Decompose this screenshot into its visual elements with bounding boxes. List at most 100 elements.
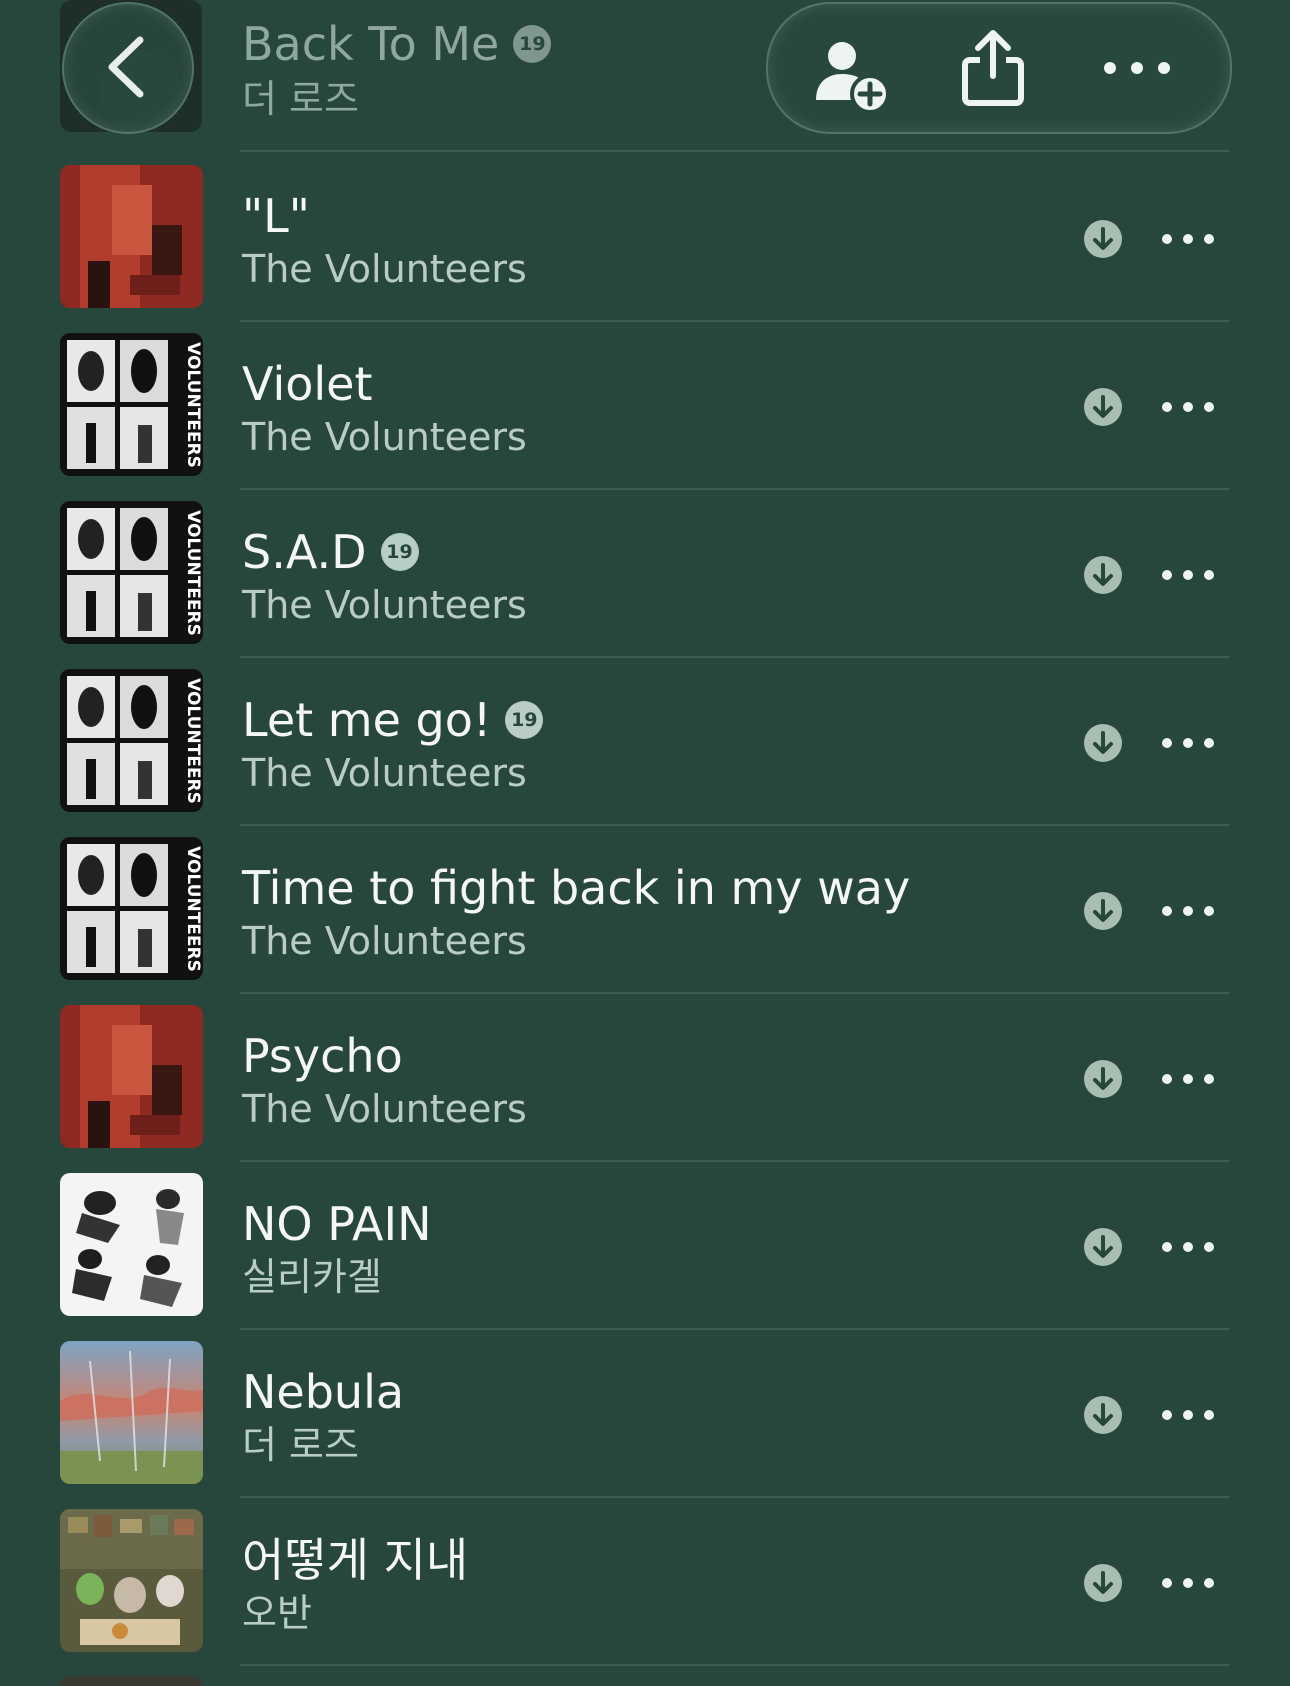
download-arrow-icon (1093, 563, 1113, 586)
download-arrow-icon (1093, 1067, 1113, 1090)
download-button[interactable] (1084, 220, 1122, 258)
song-artist: The Volunteers (242, 1087, 527, 1131)
download-button[interactable] (1084, 388, 1122, 426)
song-title: "L" (242, 188, 310, 244)
download-button[interactable] (1084, 1396, 1122, 1434)
ellipsis-icon (1162, 402, 1214, 412)
download-button[interactable] (1084, 1228, 1122, 1266)
person-add-icon (816, 42, 890, 114)
album-art-red (60, 1005, 203, 1148)
album-art: VOLUNTEERS (60, 333, 203, 476)
song-title-text: Violet (242, 357, 373, 411)
more-button[interactable] (1160, 1060, 1216, 1098)
more-button[interactable] (1160, 1228, 1216, 1266)
song-title: Psycho (242, 1028, 403, 1084)
album-art-text: VOLUNTEERS (183, 510, 203, 636)
ellipsis-icon (1162, 1074, 1214, 1084)
more-button[interactable] (1160, 388, 1216, 426)
song-artist: The Volunteers (242, 247, 527, 291)
ellipsis-icon (1162, 234, 1214, 244)
header-action-bar (766, 2, 1232, 134)
ellipsis-icon (1162, 906, 1214, 916)
album-art-grid: VOLUNTEERS (60, 669, 203, 812)
explicit-badge: 19 (513, 24, 552, 63)
song-title-text: Time to fight back in my way (242, 861, 911, 915)
song-title: Nebula (242, 1364, 404, 1420)
download-arrow-icon (1093, 731, 1113, 754)
download-arrow-icon (1093, 899, 1113, 922)
divider (240, 150, 1229, 152)
download-button[interactable] (1084, 892, 1122, 930)
more-button[interactable] (1160, 556, 1216, 594)
song-title: Violet (242, 356, 373, 412)
album-art-white (60, 1173, 203, 1316)
song-row[interactable]: VOLUNTEERS Let me go! 19 The Volunteers (0, 658, 1290, 826)
song-title-text: 어떻게 지내 (242, 1533, 469, 1587)
song-row[interactable]: Psycho The Volunteers (0, 994, 1290, 1162)
album-art-text: VOLUNTEERS (183, 846, 203, 972)
download-button[interactable] (1084, 1060, 1122, 1098)
song-row[interactable]: VOLUNTEERS Time to fight back in my way … (0, 826, 1290, 994)
song-row[interactable]: NO PAIN 실리카겔 (0, 1162, 1290, 1330)
song-title-text: Let me go! (242, 693, 492, 747)
chevron-left-icon (108, 36, 144, 98)
album-art-grid: VOLUNTEERS (60, 837, 203, 980)
download-button[interactable] (1084, 1564, 1122, 1602)
more-button[interactable] (1160, 892, 1216, 930)
song-artist: The Volunteers (242, 583, 527, 627)
song-title: Time to fight back in my way (242, 860, 910, 916)
album-art-partial (60, 1676, 203, 1686)
song-artist: The Volunteers (242, 415, 527, 459)
ellipsis-icon (1162, 738, 1214, 748)
download-arrow-icon (1093, 227, 1113, 250)
album-art-sky (60, 1341, 203, 1484)
album-art-text: VOLUNTEERS (183, 678, 203, 804)
song-title: 어떻게 지내 (242, 1532, 468, 1588)
album-art-grid: VOLUNTEERS (60, 501, 203, 644)
now-playing-header: Back To Me 19 더 로즈 (0, 0, 1290, 152)
ellipsis-icon (1104, 62, 1170, 74)
song-title-text: "L" (242, 189, 310, 243)
album-art: VOLUNTEERS (60, 501, 203, 644)
header-title-text: Back To Me (242, 17, 500, 71)
song-artist: 실리카겔 (242, 1255, 382, 1299)
share-icon (962, 30, 1024, 106)
download-button[interactable] (1084, 724, 1122, 762)
song-artist: 더 로즈 (242, 1423, 359, 1467)
download-arrow-icon (1093, 1571, 1113, 1594)
song-artist: 오반 (242, 1591, 312, 1635)
album-art-grid: VOLUNTEERS (60, 333, 203, 476)
album-art (60, 1341, 203, 1484)
back-button[interactable] (62, 2, 194, 134)
song-row[interactable]: VOLUNTEERS Violet The Volunteers (0, 322, 1290, 490)
download-arrow-icon (1093, 1235, 1113, 1258)
download-arrow-icon (1093, 395, 1113, 418)
song-row[interactable]: VOLUNTEERS S.A.D 19 The Volunteers (0, 490, 1290, 658)
song-row[interactable]: "L" The Volunteers (0, 154, 1290, 322)
more-button[interactable] (1160, 220, 1216, 258)
song-row[interactable]: Nebula 더 로즈 (0, 1330, 1290, 1498)
ellipsis-icon (1162, 570, 1214, 580)
song-row[interactable]: 어떻게 지내 오반 (0, 1498, 1290, 1666)
more-button[interactable] (1160, 724, 1216, 762)
album-art (60, 165, 203, 308)
add-to-group-button[interactable] (792, 4, 912, 132)
song-title: S.A.D 19 (242, 524, 419, 580)
header-artist: 더 로즈 (242, 77, 359, 121)
album-art-red (60, 165, 203, 308)
album-art (60, 1173, 203, 1316)
song-artist: The Volunteers (242, 751, 527, 795)
more-button[interactable] (1160, 1396, 1216, 1434)
share-button[interactable] (936, 4, 1056, 132)
song-artist: The Volunteers (242, 919, 527, 963)
song-title-text: NO PAIN (242, 1197, 432, 1251)
header-title: Back To Me 19 (242, 16, 552, 72)
divider (240, 1664, 1229, 1666)
more-options-button[interactable] (1084, 4, 1204, 132)
album-art: VOLUNTEERS (60, 837, 203, 980)
song-title: NO PAIN (242, 1196, 431, 1252)
download-button[interactable] (1084, 556, 1122, 594)
ellipsis-icon (1162, 1410, 1214, 1420)
song-title: Let me go! 19 (242, 692, 544, 748)
more-button[interactable] (1160, 1564, 1216, 1602)
